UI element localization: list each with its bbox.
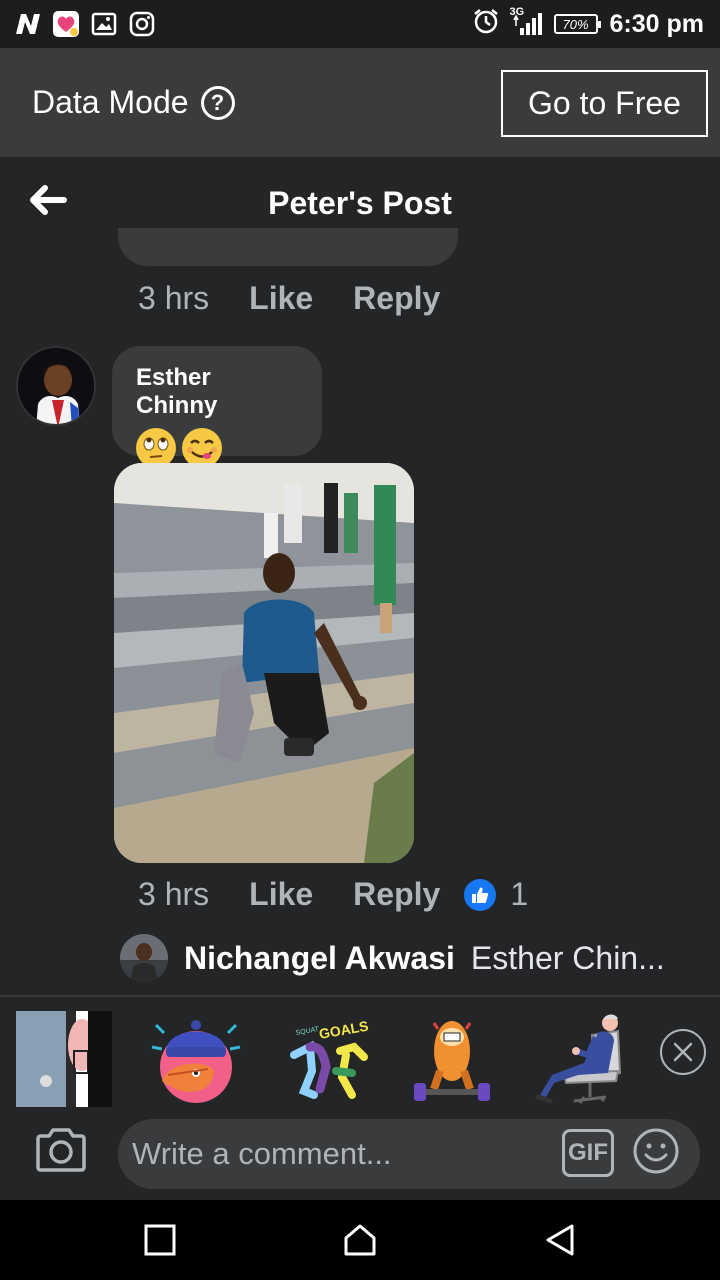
comment-time: 3 hrs [138,280,210,316]
previous-comment-bubble [118,228,458,266]
n-app-icon [14,10,42,38]
facepalm-sticker[interactable] [148,1011,244,1107]
weightlift-sticker[interactable] [404,1011,500,1107]
comment-author[interactable]: Esther Chinny [136,364,298,420]
comment-time: 3 hrs [138,876,210,912]
reply-button[interactable]: Reply [353,876,440,913]
status-bar-left [0,10,156,38]
avatar[interactable] [16,346,96,426]
like-button[interactable]: Like [249,280,313,317]
reply-author: Nichangel Akwasi [184,939,455,976]
alarm-icon [472,7,500,42]
heart-app-icon [52,10,80,38]
recents-icon[interactable] [142,1222,178,1258]
back-icon[interactable] [542,1222,578,1258]
comment-emojis [136,428,298,468]
clock: 6:30 pm [609,9,704,38]
battery-icon: 70% [553,14,601,34]
close-stickers-icon[interactable] [660,1029,706,1075]
gallery-icon [90,10,118,38]
status-bar: 3G 70% 6:30 pm [0,0,720,48]
comment-bubble[interactable]: Esther Chinny [112,346,322,468]
gif-button[interactable]: GIF [562,1129,614,1177]
reaction-summary[interactable]: 1 [464,876,528,913]
status-bar-right: 3G 70% 6:30 pm [472,6,720,42]
data-mode-text: Data Mode [32,84,189,120]
like-button[interactable]: Like [249,876,313,913]
data-mode-label[interactable]: Data Mode ? [32,84,235,121]
go-to-free-button[interactable]: Go to Free [501,70,708,137]
camera-icon[interactable] [34,1127,88,1173]
chair-man-sticker[interactable] [534,1011,630,1107]
reply-avatar [120,934,168,982]
emoji-icon[interactable] [632,1127,680,1175]
yum-emoji-icon [182,428,222,468]
comment-actions: 3 hrs Like Reply 1 [138,876,528,913]
rolling-eyes-emoji-icon [136,428,176,468]
back-arrow-icon[interactable] [28,183,68,217]
system-nav-bar [0,1200,720,1280]
previous-comment-actions: 3 hrs Like Reply [138,280,440,317]
comment-composer: GIF [0,1107,720,1200]
home-icon[interactable] [342,1222,378,1258]
goals-sticker-text: GOALS [318,1018,370,1042]
network-type: 3G [509,6,525,18]
instagram-icon [128,10,156,38]
help-glyph: ? [210,89,225,115]
squat-sticker-text: SQUAT [295,1026,320,1037]
help-icon[interactable]: ? [200,85,235,120]
comment-photo[interactable] [114,463,414,863]
battery-level: 70% [562,16,589,32]
reaction-count: 1 [510,876,529,912]
reply-preview[interactable]: Nichangel Akwasi Esther Chin... [120,934,720,982]
squat-goals-sticker[interactable]: SQUAT GOALS [280,1011,376,1107]
reply-button[interactable]: Reply [353,280,440,317]
data-mode-banner: Data Mode ? Go to Free [0,48,720,157]
sticker-tray: SQUAT GOALS [0,995,720,1107]
thumbs-up-icon [464,878,497,911]
door-peek-sticker[interactable] [16,1011,112,1107]
page-title: Peter's Post [268,184,452,221]
signal-icon: 3G [510,6,542,36]
reply-text: Esther Chin... [470,939,665,976]
